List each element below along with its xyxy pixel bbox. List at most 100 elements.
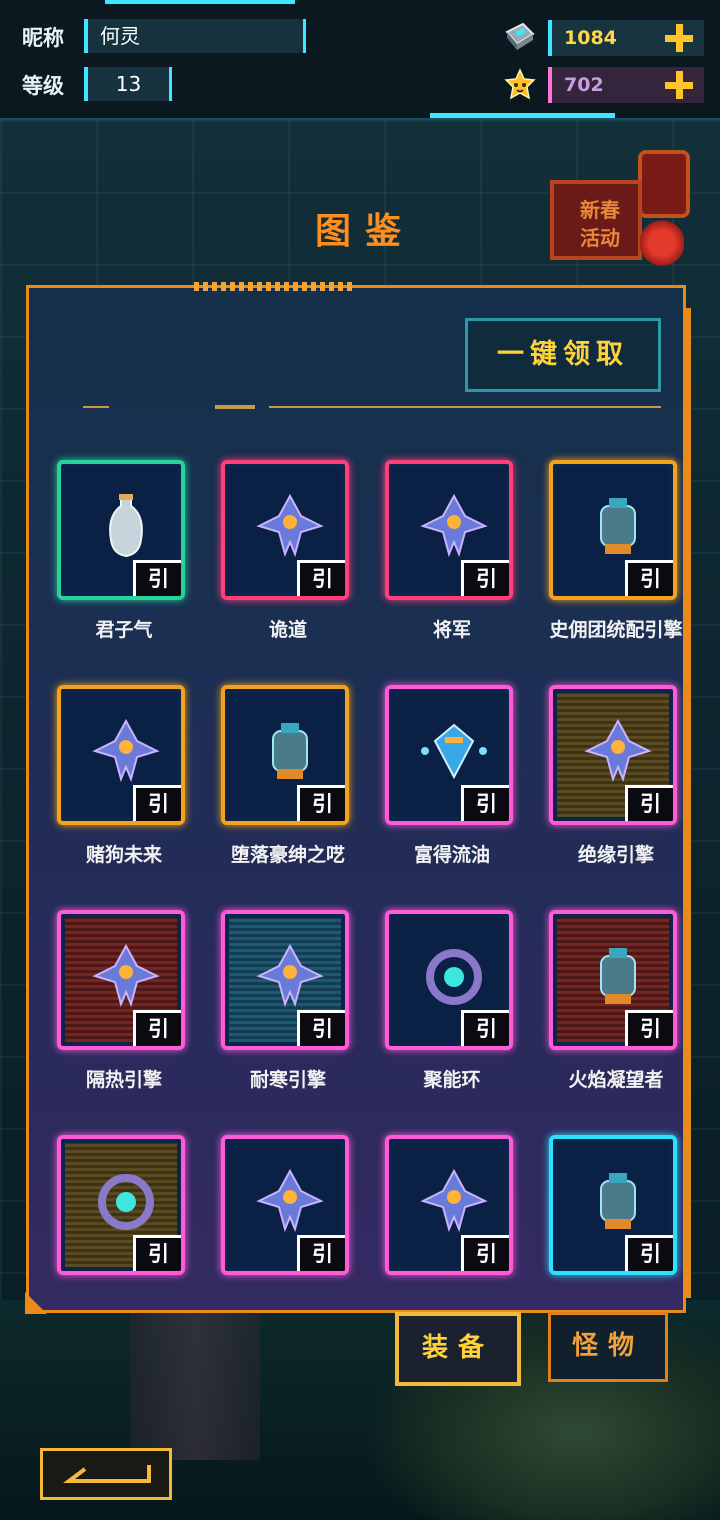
ship-icon xyxy=(256,493,324,558)
ring-icon xyxy=(426,949,482,1005)
item-card: 引 xyxy=(57,460,185,600)
item-card: 引 xyxy=(549,910,677,1050)
ship-icon xyxy=(256,943,324,1008)
item-name: 将军 xyxy=(432,619,471,641)
item-tag: 引 xyxy=(297,560,345,596)
item-tag: 引 xyxy=(461,785,509,821)
tab-monsters[interactable]: 怪物 xyxy=(548,1312,668,1382)
back-arrow-icon xyxy=(63,1465,151,1483)
item-tag: 引 xyxy=(297,785,345,821)
item-card: 引 xyxy=(549,685,677,825)
codex-panel: 一键领取 引君子气引诡道引将军引史佣团统配引擎引赌狗未来引堕落豪绅之呓引富得流油… xyxy=(25,282,691,1316)
item-card: 引 xyxy=(57,1135,185,1275)
cat-star-currency-icon xyxy=(504,68,536,100)
item-name: 富得流油 xyxy=(413,844,490,866)
codex-item[interactable]: 引堕落豪绅之呓 xyxy=(213,685,363,910)
codex-item[interactable]: 引赌狗未来 xyxy=(49,685,199,910)
event-board: 新春 活动 xyxy=(550,180,642,260)
item-name: 君子气 xyxy=(95,619,153,641)
engine-icon xyxy=(600,498,636,554)
tab-equipment[interactable]: 装备 xyxy=(395,1312,521,1386)
codex-grid: 引君子气引诡道引将军引史佣团统配引擎引赌狗未来引堕落豪绅之呓引富得流油引绝缘引擎… xyxy=(29,288,689,1316)
item-tag: 引 xyxy=(133,1235,181,1271)
star-counter: 702 xyxy=(548,67,704,103)
star-count: 702 xyxy=(564,74,604,96)
hud-glow-top xyxy=(105,0,295,4)
codex-item[interactable]: 引诡道 xyxy=(213,460,363,685)
item-card: 引 xyxy=(221,1135,349,1275)
codex-item[interactable]: 引隔热引擎 xyxy=(49,910,199,1135)
codex-item[interactable]: 引火焰凝望者 xyxy=(541,910,689,1135)
top-hud: 昵称 何灵 等级 13 1084 702 xyxy=(0,0,720,120)
spring-event-button[interactable]: 新春 活动 xyxy=(550,150,690,270)
page-title: 图鉴 xyxy=(314,211,415,252)
codex-item[interactable]: 引绝缘引擎 xyxy=(541,685,689,910)
codex-item[interactable]: 引 xyxy=(541,1135,689,1316)
item-tag: 引 xyxy=(461,1010,509,1046)
item-card: 引 xyxy=(549,1135,677,1275)
item-tag: 引 xyxy=(625,560,673,596)
item-name: 史佣团统配引擎 xyxy=(549,619,683,641)
back-button[interactable] xyxy=(40,1448,172,1500)
ship-icon xyxy=(420,1168,488,1233)
codex-item[interactable]: 引富得流油 xyxy=(377,685,527,910)
item-card: 引 xyxy=(57,910,185,1050)
item-card: 引 xyxy=(385,1135,513,1275)
lantern-icon xyxy=(638,150,690,218)
chinese-knot-icon xyxy=(640,220,684,266)
item-tag: 引 xyxy=(625,1010,673,1046)
item-card: 引 xyxy=(221,685,349,825)
level-value: 13 xyxy=(84,67,172,101)
ship-icon xyxy=(420,493,488,558)
nickname-label: 昵称 xyxy=(22,26,64,50)
item-card: 引 xyxy=(57,685,185,825)
item-name: 聚能环 xyxy=(423,1069,481,1091)
item-tag: 引 xyxy=(461,1235,509,1271)
gem-counter: 1084 xyxy=(548,20,704,56)
item-tag: 引 xyxy=(625,1235,673,1271)
ring-icon xyxy=(98,1174,154,1230)
nickname-field[interactable]: 何灵 xyxy=(84,19,306,53)
codex-item[interactable]: 引 xyxy=(213,1135,363,1316)
item-card: 引 xyxy=(549,460,677,600)
item-name: 诡道 xyxy=(268,619,307,641)
codex-item[interactable]: 引耐寒引擎 xyxy=(213,910,363,1135)
item-tag: 引 xyxy=(461,560,509,596)
vase-icon xyxy=(109,494,143,558)
item-tag: 引 xyxy=(133,560,181,596)
level-label: 等级 xyxy=(22,74,64,98)
codex-item[interactable]: 引君子气 xyxy=(49,460,199,685)
item-name: 绝缘引擎 xyxy=(577,844,654,866)
hud-glow-bottom xyxy=(430,113,615,118)
gem-currency-icon xyxy=(505,22,535,50)
engine-icon xyxy=(600,948,636,1004)
item-card: 引 xyxy=(221,460,349,600)
codex-item[interactable]: 引聚能环 xyxy=(377,910,527,1135)
item-tag: 引 xyxy=(133,1010,181,1046)
engine-icon xyxy=(600,1173,636,1229)
item-name: 堕落豪绅之呓 xyxy=(230,844,345,866)
item-name: 赌狗未来 xyxy=(85,844,162,866)
item-tag: 引 xyxy=(133,785,181,821)
codex-item[interactable]: 引 xyxy=(49,1135,199,1316)
item-card: 引 xyxy=(385,910,513,1050)
event-label-line2: 活动 xyxy=(580,226,620,250)
add-gems-button[interactable] xyxy=(664,23,694,53)
item-card: 引 xyxy=(385,460,513,600)
engine-icon xyxy=(272,723,308,779)
gem-count: 1084 xyxy=(564,27,617,49)
codex-item[interactable]: 引将军 xyxy=(377,460,527,685)
gem-icon xyxy=(421,723,487,780)
ship-icon xyxy=(256,1168,324,1233)
item-name: 隔热引擎 xyxy=(85,1069,162,1091)
item-name: 耐寒引擎 xyxy=(249,1069,326,1091)
codex-item[interactable]: 引史佣团统配引擎 xyxy=(541,460,689,685)
codex-item[interactable]: 引 xyxy=(377,1135,527,1316)
item-card: 引 xyxy=(385,685,513,825)
background-pillar xyxy=(130,1310,260,1460)
item-name: 火焰凝望者 xyxy=(568,1069,664,1091)
item-tag: 引 xyxy=(625,785,673,821)
add-stars-button[interactable] xyxy=(664,70,694,100)
ship-icon xyxy=(584,718,652,783)
item-tag: 引 xyxy=(297,1235,345,1271)
